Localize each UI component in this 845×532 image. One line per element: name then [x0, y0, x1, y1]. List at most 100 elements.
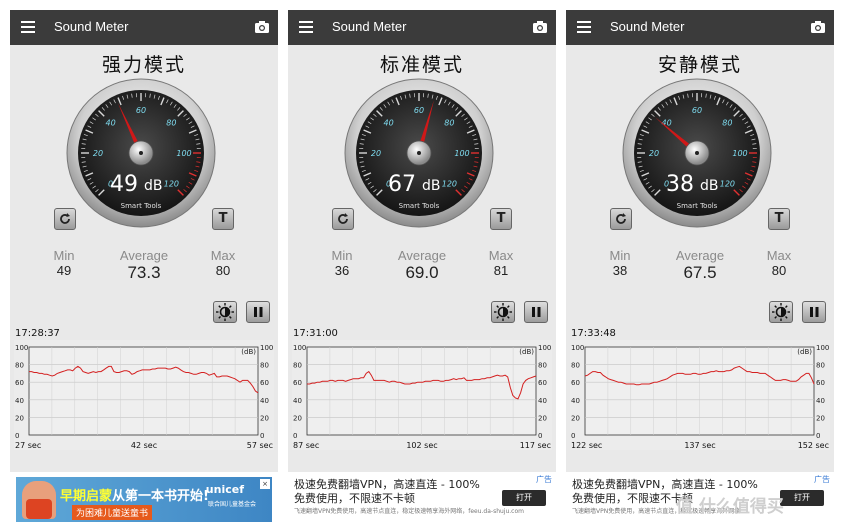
- gauge-tick-label: 40: [384, 119, 394, 128]
- camera-icon[interactable]: [254, 19, 270, 35]
- graph-x-label: 27 sec: [15, 441, 41, 450]
- graph-y-tick-right: 100: [538, 344, 551, 352]
- graph-y-tick-right: 20: [538, 414, 547, 422]
- banner-cta-button[interactable]: 为困难儿童送童书: [72, 505, 153, 520]
- ad-close-icon[interactable]: ×: [260, 479, 270, 489]
- stat-max: Max 80: [764, 248, 794, 278]
- gauge-brand-label: Smart Tools: [121, 202, 162, 210]
- graph-x-label: 57 sec: [247, 441, 273, 450]
- stat-max: Max 81: [486, 248, 516, 278]
- ad-line-2: 免费使用，不限速不卡顿: [572, 492, 693, 505]
- ad-area[interactable]: 早期启蒙从第一本书开始! unicef 为困难儿童送童书 联合国儿童基金会 ×: [10, 472, 278, 522]
- gauge-tick-label: 60: [692, 106, 702, 115]
- ad-open-button[interactable]: 打开: [502, 490, 546, 506]
- stat-avg: Average 73.3: [110, 248, 178, 283]
- app-bar: Sound Meter: [288, 10, 556, 45]
- gauge-tick-label: 60: [136, 106, 146, 115]
- graph-y-tick-right: 80: [816, 362, 825, 370]
- graph-y-tick-left: 100: [293, 344, 306, 352]
- camera-icon[interactable]: [532, 19, 548, 35]
- graph-y-tick-left: 60: [571, 379, 580, 387]
- graph-y-tick-left: 20: [571, 414, 580, 422]
- brightness-icon: [494, 303, 512, 321]
- db-unit-label: dB: [422, 178, 441, 194]
- mode-title: 强力模式: [101, 54, 186, 76]
- graph-y-tick-left: 0: [15, 432, 19, 440]
- graph-y-tick-left: 0: [293, 432, 297, 440]
- app-title: Sound Meter: [54, 19, 129, 34]
- brightness-icon: [216, 303, 234, 321]
- graph-unit-label: (dB): [797, 348, 812, 356]
- gauge-tick-label: 60: [414, 106, 424, 115]
- pause-button[interactable]: [802, 301, 826, 323]
- graph-y-tick-left: 40: [15, 397, 24, 405]
- watermark-text: 值 什么值得买: [676, 497, 784, 517]
- gauge-tick-label: 20: [93, 149, 103, 158]
- menu-icon[interactable]: [299, 21, 313, 33]
- menu-icon[interactable]: [21, 21, 35, 33]
- graph-y-tick-left: 80: [15, 362, 24, 370]
- graph-y-tick-left: 40: [293, 397, 302, 405]
- graph-y-tick-right: 20: [816, 414, 825, 422]
- screen-on-button[interactable]: [769, 301, 793, 323]
- graph-y-tick-left: 20: [15, 414, 24, 422]
- ad-open-button[interactable]: 打开: [780, 490, 824, 506]
- stat-avg-value: 73.3: [127, 263, 161, 282]
- stat-avg-value: 67.5: [683, 263, 717, 282]
- mode-title: 安静模式: [657, 54, 742, 76]
- stats-row: Min 49 Average 73.3 Max 80: [10, 248, 278, 288]
- unicef-logo: unicef: [205, 483, 244, 496]
- pause-button[interactable]: [246, 301, 270, 323]
- calibration-t-button[interactable]: T: [490, 208, 512, 230]
- stat-min-value: 36: [334, 263, 350, 278]
- graph-y-tick-right: 0: [816, 432, 820, 440]
- menu-icon[interactable]: [577, 21, 591, 33]
- graph-timestamp: 17:33:48: [571, 328, 616, 339]
- gauge-tick-label: 100: [176, 149, 191, 158]
- graph-y-tick-right: 40: [260, 397, 269, 405]
- reset-button[interactable]: [332, 208, 354, 230]
- gauge-tick-label: 100: [454, 149, 469, 158]
- graph-y-tick-right: 100: [260, 344, 273, 352]
- graph-x-label: 102 sec: [406, 441, 437, 450]
- screen-on-button[interactable]: [491, 301, 515, 323]
- pause-icon: [810, 307, 819, 317]
- stat-avg-value: 69.0: [405, 263, 439, 282]
- graph-y-tick-right: 80: [260, 362, 269, 370]
- app-bar: Sound Meter: [10, 10, 278, 45]
- sound-meter-panel: Sound Meter 安静模式 0 20 40 60 80 100 120 38 dB Smart …: [566, 10, 834, 522]
- reset-button[interactable]: [54, 208, 76, 230]
- db-unit-label: dB: [144, 178, 163, 194]
- gauge-tick-label: 20: [371, 149, 381, 158]
- graph-timestamp: 17:31:00: [293, 328, 338, 339]
- current-db-value: 49: [110, 172, 138, 197]
- graph-y-tick-left: 0: [571, 432, 575, 440]
- app-bar: Sound Meter: [566, 10, 834, 45]
- stat-min: Min 38: [608, 248, 632, 278]
- graph-y-tick-right: 100: [816, 344, 829, 352]
- ad-banner[interactable]: 早期启蒙从第一本书开始! unicef 为困难儿童送童书 联合国儿童基金会 ×: [16, 477, 272, 522]
- stat-min-label: Min: [609, 248, 631, 263]
- ad-tag: 广告: [536, 475, 552, 484]
- graph-timestamp: 17:28:37: [15, 328, 60, 339]
- pause-icon: [254, 307, 263, 317]
- stat-min: Min 49: [52, 248, 76, 278]
- app-title: Sound Meter: [610, 19, 685, 34]
- stat-min-value: 38: [612, 263, 628, 278]
- reset-button[interactable]: [610, 208, 632, 230]
- current-db-value: 38: [666, 172, 694, 197]
- ad-area[interactable]: 广告 极速免费翻墙VPN，高速直连 - 100% 免费使用，不限速不卡顿 飞速翻墙VP…: [288, 472, 556, 522]
- camera-icon[interactable]: [810, 19, 826, 35]
- stats-row: Min 38 Average 67.5 Max 80: [566, 248, 834, 288]
- ad-line-3: 飞速翻墙VPN免费使用，高速节点直连，稳定极速畅享海外网络，feeu.da-sh…: [294, 508, 524, 515]
- mode-title: 标准模式: [379, 54, 464, 76]
- calibration-t-button[interactable]: T: [768, 208, 790, 230]
- pause-button[interactable]: [524, 301, 548, 323]
- brightness-icon: [772, 303, 790, 321]
- calibration-t-button[interactable]: T: [212, 208, 234, 230]
- stat-avg-label: Average: [397, 248, 447, 263]
- graph-y-tick-left: 100: [15, 344, 28, 352]
- graph-x-label: 87 sec: [293, 441, 319, 450]
- graph-x-label: 122 sec: [571, 441, 602, 450]
- screen-on-button[interactable]: [213, 301, 237, 323]
